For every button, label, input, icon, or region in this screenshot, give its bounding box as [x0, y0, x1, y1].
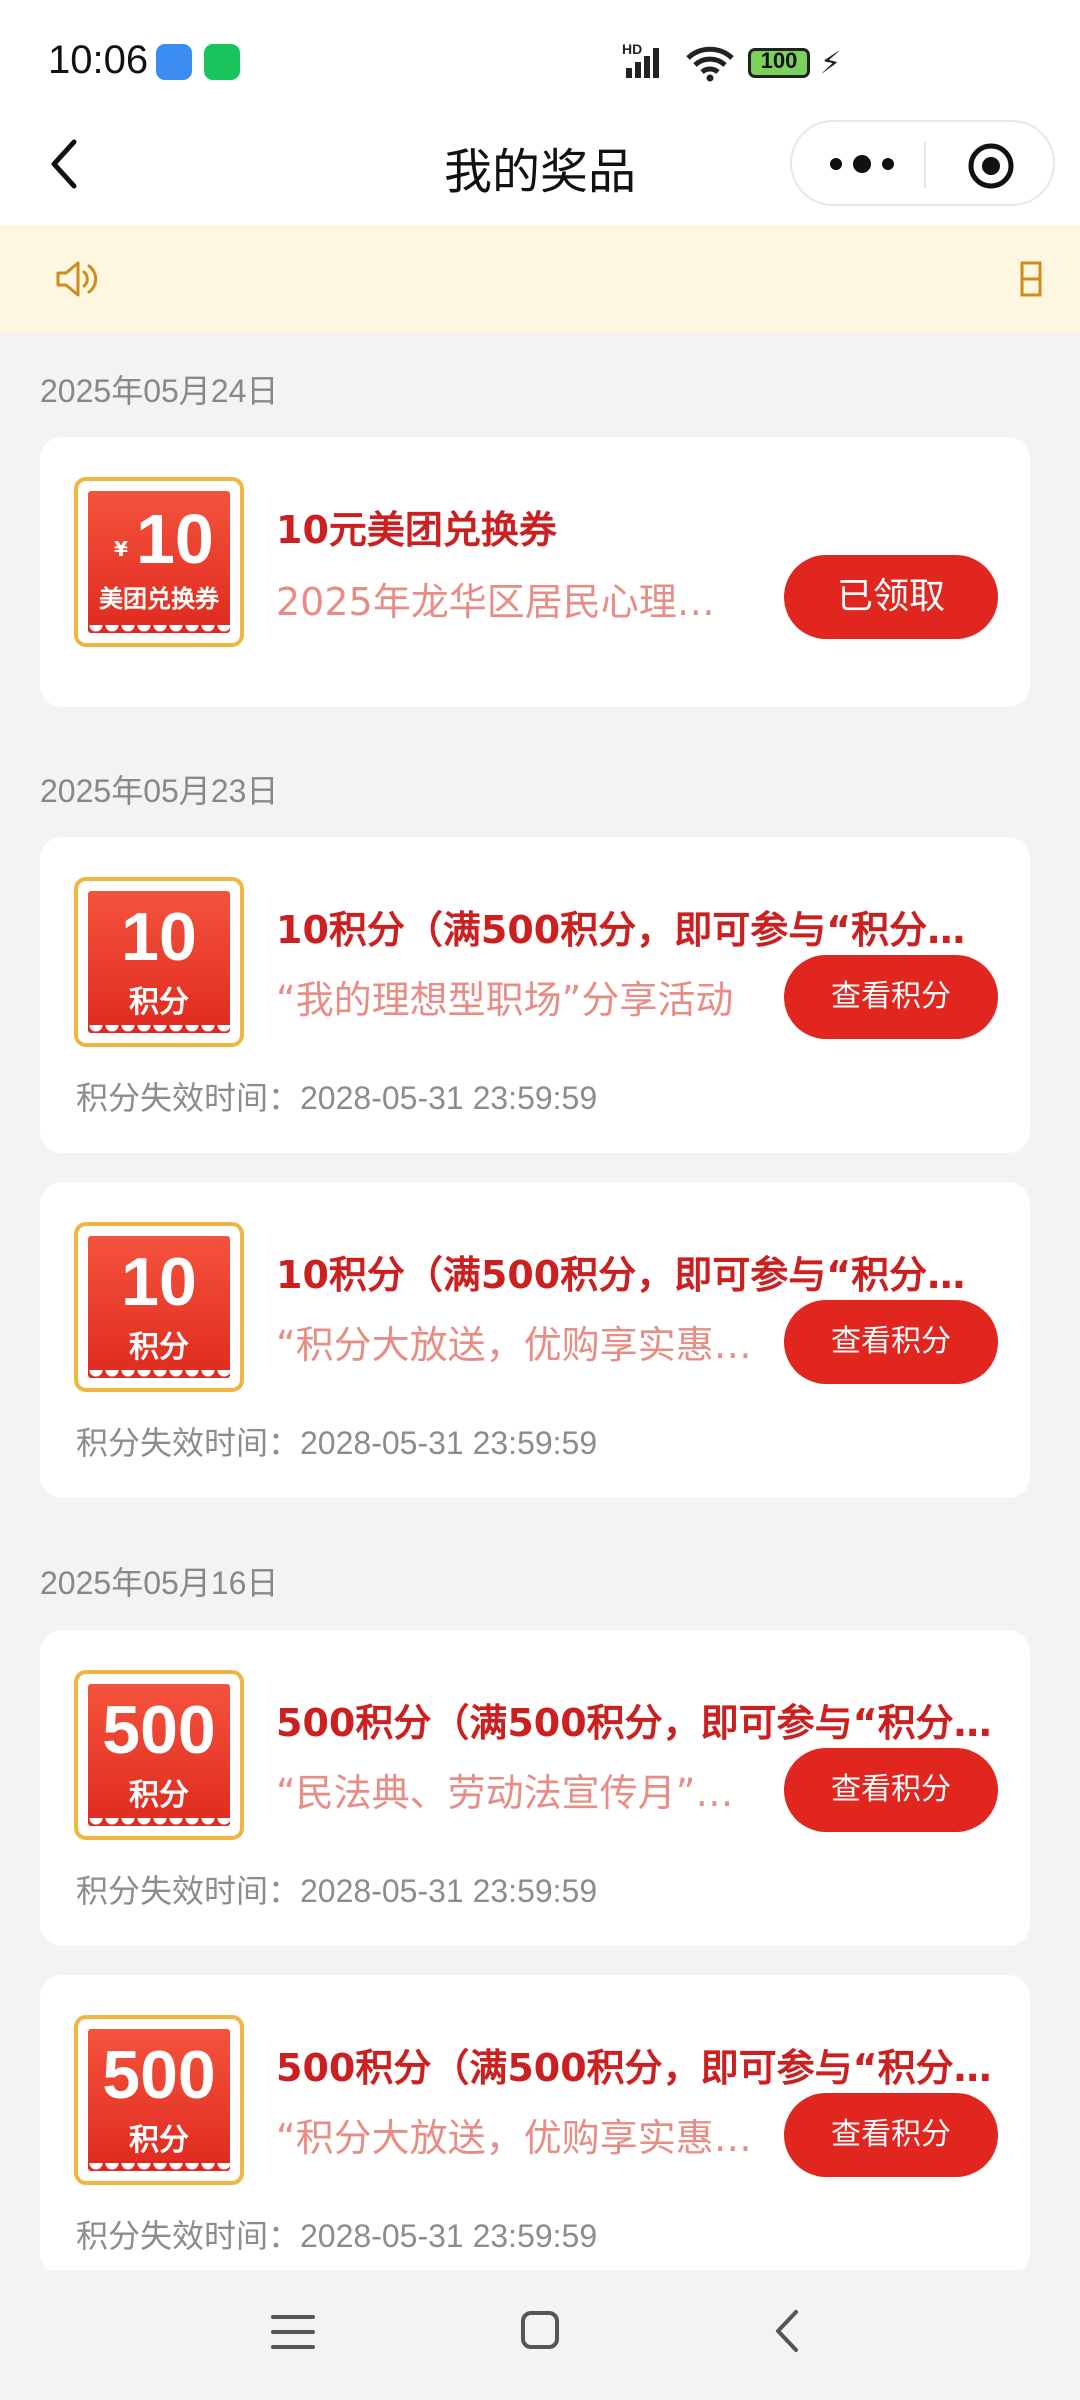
points-badge: 500 积分	[74, 2015, 244, 2185]
expire-time: 积分失效时间：2028-05-31 23:59:59	[76, 1425, 598, 1461]
badge-value: 500	[102, 2037, 216, 2113]
prize-title: 500积分（满500积分，即可参与“积分优购”活动）	[276, 1701, 996, 1745]
badge-label: 积分	[129, 1330, 189, 1365]
charging-icon: ⚡	[820, 46, 842, 81]
view-points-button[interactable]: 查看积分	[784, 1748, 998, 1832]
prize-source: “积分大放送，优购享实惠”活动	[276, 2116, 756, 2160]
expire-time: 积分失效时间：2028-05-31 23:59:59	[76, 1080, 598, 1116]
prize-card: 10 积分 10积分（满500积分，即可参与“积分优购”活动） “积分大放送，优…	[40, 1182, 1030, 1498]
mini-program-capsule	[790, 120, 1055, 206]
prize-source: “我的理想型职场”分享活动	[276, 978, 734, 1022]
prize-source: 2025年龙华区居民心理健康活动	[276, 580, 746, 624]
claimed-button[interactable]: 已领取	[784, 555, 998, 639]
notice-bar[interactable]	[0, 225, 1080, 333]
svg-text:HD: HD	[622, 41, 642, 57]
badge-value: 10	[121, 899, 197, 975]
notice-scroll-text-fragment	[1020, 261, 1042, 297]
expire-time: 积分失效时间：2028-05-31 23:59:59	[76, 1873, 598, 1909]
view-points-button[interactable]: 查看积分	[784, 2093, 998, 2177]
prize-card: 10 积分 10积分（满500积分，即可参与“积分优购”活动） “我的理想型职场…	[40, 837, 1030, 1153]
badge-currency: ¥	[114, 537, 128, 561]
speaker-icon	[56, 261, 98, 297]
prize-card: 500 积分 500积分（满500积分，即可参与“积分优购”活动） “民法典、劳…	[40, 1630, 1030, 1946]
battery-level: 100	[760, 48, 798, 73]
prize-title: 10元美团兑换券	[276, 508, 557, 552]
points-badge: 10 积分	[74, 877, 244, 1047]
badge-value: 10	[121, 1244, 197, 1320]
section-date: 2025年05月23日	[40, 773, 279, 809]
points-badge: 500 积分	[74, 1670, 244, 1840]
badge-value: 500	[102, 1692, 216, 1768]
menu-icon[interactable]	[270, 2312, 316, 2352]
badge-label: 积分	[129, 2123, 189, 2158]
app-notification-icon	[156, 44, 192, 80]
view-points-button[interactable]: 查看积分	[784, 955, 998, 1039]
expire-time: 积分失效时间：2028-05-31 23:59:59	[76, 2218, 598, 2254]
more-icon[interactable]	[822, 144, 902, 184]
badge-label: 美团兑换券	[99, 585, 219, 613]
section-date: 2025年05月24日	[40, 373, 279, 409]
badge-label: 积分	[129, 1778, 189, 1813]
battery-icon: 100	[748, 48, 810, 78]
points-badge: 10 积分	[74, 1222, 244, 1392]
prize-title: 500积分（满500积分，即可参与“积分优购”活动）	[276, 2046, 996, 2090]
badge-value: 10	[136, 500, 214, 578]
system-back-icon[interactable]	[772, 2308, 802, 2354]
prize-card: 500 积分 500积分（满500积分，即可参与“积分优购”活动） “积分大放送…	[40, 1975, 1030, 2275]
status-time: 10:06	[48, 38, 149, 82]
badge-label: 积分	[129, 985, 189, 1020]
prize-card: ¥ 10 美团兑换券 10元美团兑换券 2025年龙华区居民心理健康活动 已领取	[40, 437, 1030, 707]
close-miniprogram-icon[interactable]	[967, 142, 1015, 190]
prize-source: “民法典、劳动法宣传月”活动	[276, 1771, 756, 1815]
section-date: 2025年05月16日	[40, 1565, 279, 1601]
system-navigation-bar	[0, 2270, 1080, 2400]
prize-title: 10积分（满500积分，即可参与“积分优购”活动）	[276, 1253, 996, 1297]
capsule-divider	[924, 142, 926, 188]
prize-source: “积分大放送，优购享实惠”活动	[276, 1323, 756, 1367]
signal-wifi-icons: HD	[622, 41, 734, 82]
prize-title: 10积分（满500积分，即可参与“积分优购”活动）	[276, 908, 996, 952]
coupon-badge: ¥ 10 美团兑换券	[74, 477, 244, 647]
status-bar: 10:06 HD 100 ⚡	[0, 0, 1080, 120]
home-icon[interactable]	[520, 2310, 560, 2350]
view-points-button[interactable]: 查看积分	[784, 1300, 998, 1384]
phone-notification-icon	[204, 44, 240, 80]
navigation-bar: 我的奖品	[0, 120, 1080, 225]
